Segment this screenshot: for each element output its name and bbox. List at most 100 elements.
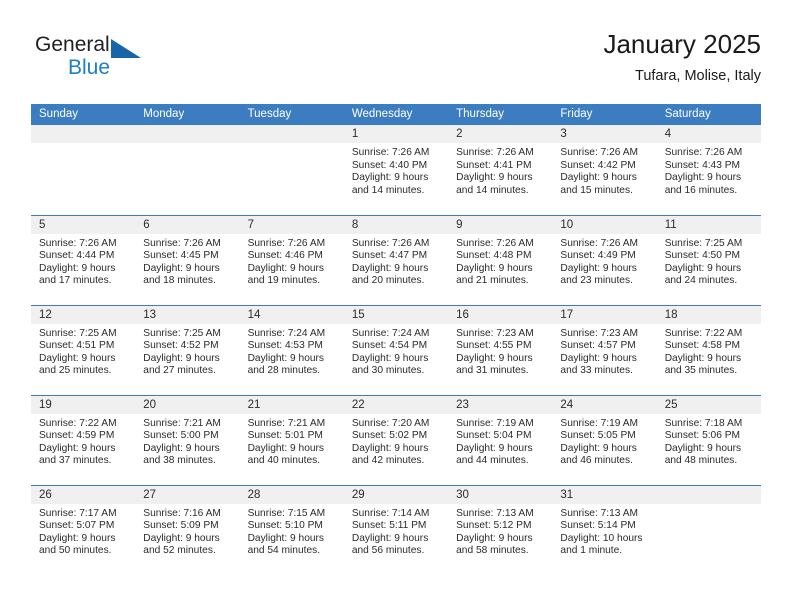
day-details: Sunrise: 7:25 AM Sunset: 4:51 PM Daylight:… [31, 324, 135, 378]
day-number: 24 [552, 395, 657, 414]
day-detail-line: Daylight: 9 hours [351, 352, 429, 364]
day-number: 15 [343, 305, 449, 324]
day-details: Sunrise: 7:21 AM Sunset: 5:00 PM Daylight:… [135, 414, 239, 468]
weekday-header-saturday: Saturday [656, 104, 761, 125]
day-number: 31 [552, 485, 657, 504]
calendar-day-cell[interactable]: 16 Sunrise: 7:23 AM Sunset: 4:55 PM Dayligh… [448, 304, 553, 395]
day-detail-line: and 35 minutes. [664, 365, 738, 377]
day-detail-line: Sunrise: 7:24 AM [247, 327, 326, 339]
day-details: Sunrise: 7:23 AM Sunset: 4:55 PM Daylight:… [448, 324, 552, 378]
day-details: Sunrise: 7:15 AM Sunset: 5:10 PM Daylight:… [240, 504, 344, 558]
calendar-day-cell-empty [31, 125, 136, 215]
day-detail-line: Daylight: 9 hours [456, 442, 533, 454]
calendar-day-cell[interactable]: 19 Sunrise: 7:22 AM Sunset: 4:59 PM Dayligh… [31, 394, 136, 485]
day-detail-line: Sunrise: 7:25 AM [39, 327, 117, 339]
calendar-day-cell[interactable]: 17 Sunrise: 7:23 AM Sunset: 4:57 PM Dayligh… [552, 304, 657, 395]
day-detail-line: Sunset: 4:45 PM [143, 250, 219, 262]
calendar-day-cell[interactable]: 9 Sunrise: 7:26 AM Sunset: 4:48 PM Daylight… [448, 214, 553, 305]
calendar-page: General Blue January 2025 Tufara, Molise… [0, 0, 792, 612]
day-detail-line: Sunrise: 7:21 AM [247, 417, 326, 429]
calendar-day-cell[interactable]: 12 Sunrise: 7:25 AM Sunset: 4:51 PM Dayligh… [31, 304, 136, 395]
calendar-day-cell[interactable]: 20 Sunrise: 7:21 AM Sunset: 5:00 PM Dayligh… [135, 394, 240, 485]
calendar-day-cell[interactable]: 1 Sunrise: 7:26 AM Sunset: 4:40 PM Daylight… [343, 125, 449, 215]
day-detail-line: Sunset: 5:01 PM [247, 430, 323, 442]
calendar-day-cell[interactable]: 2 Sunrise: 7:26 AM Sunset: 4:41 PM Daylight… [448, 125, 553, 215]
day-detail-line: Daylight: 9 hours [456, 172, 533, 184]
day-detail-line: Sunset: 4:52 PM [143, 340, 219, 352]
day-detail-line: Daylight: 9 hours [247, 532, 325, 544]
day-detail-line: Sunrise: 7:26 AM [351, 237, 430, 249]
day-number: 10 [552, 215, 657, 234]
day-number [239, 125, 344, 143]
calendar-day-cell[interactable]: 18 Sunrise: 7:22 AM Sunset: 4:58 PM Dayligh… [656, 304, 761, 395]
day-number: 27 [135, 485, 240, 504]
day-detail-line: Daylight: 9 hours [456, 352, 533, 364]
calendar-week-row: 26 Sunrise: 7:17 AM Sunset: 5:07 PM Dayligh… [31, 484, 761, 575]
calendar-day-cell[interactable]: 24 Sunrise: 7:19 AM Sunset: 5:05 PM Dayligh… [552, 394, 657, 485]
calendar-day-cell[interactable]: 4 Sunrise: 7:26 AM Sunset: 4:43 PM Daylight… [656, 125, 761, 215]
calendar-day-cell[interactable]: 7 Sunrise: 7:26 AM Sunset: 4:46 PM Daylight… [239, 214, 344, 305]
day-detail-line: Sunset: 4:43 PM [664, 159, 741, 171]
day-number: 13 [135, 305, 240, 324]
calendar-day-cell[interactable]: 14 Sunrise: 7:24 AM Sunset: 4:53 PM Dayligh… [239, 304, 344, 395]
day-detail-line: Sunrise: 7:26 AM [143, 237, 221, 249]
day-number: 7 [239, 215, 344, 234]
day-detail-line: and 58 minutes. [456, 545, 529, 557]
day-detail-line: Sunset: 4:40 PM [351, 159, 428, 171]
day-details [31, 143, 135, 147]
calendar-day-cell[interactable]: 23 Sunrise: 7:19 AM Sunset: 5:04 PM Dayligh… [448, 394, 553, 485]
calendar-day-cell[interactable]: 8 Sunrise: 7:26 AM Sunset: 4:47 PM Daylight… [343, 214, 449, 305]
day-details: Sunrise: 7:17 AM Sunset: 5:07 PM Daylight:… [31, 504, 135, 558]
day-details: Sunrise: 7:22 AM Sunset: 4:59 PM Daylight:… [31, 414, 135, 468]
calendar-day-cell[interactable]: 29 Sunrise: 7:14 AM Sunset: 5:11 PM Dayligh… [343, 484, 449, 575]
day-detail-line: Sunrise: 7:23 AM [560, 327, 638, 339]
calendar-day-cell[interactable]: 25 Sunrise: 7:18 AM Sunset: 5:06 PM Dayligh… [656, 394, 761, 485]
calendar-day-cell[interactable]: 27 Sunrise: 7:16 AM Sunset: 5:09 PM Dayligh… [135, 484, 240, 575]
day-number: 1 [343, 125, 449, 143]
calendar-week-row: 1 Sunrise: 7:26 AM Sunset: 4:40 PM Daylight… [31, 125, 761, 215]
weekday-header-tuesday: Tuesday [239, 104, 344, 125]
calendar-day-cell[interactable]: 10 Sunrise: 7:26 AM Sunset: 4:49 PM Dayligh… [552, 214, 657, 305]
day-detail-line: Sunrise: 7:26 AM [247, 237, 326, 249]
day-details: Sunrise: 7:19 AM Sunset: 5:05 PM Daylight:… [552, 414, 656, 468]
day-number: 2 [448, 125, 553, 143]
day-detail-line: and 21 minutes. [456, 275, 529, 287]
calendar-day-cell[interactable]: 28 Sunrise: 7:15 AM Sunset: 5:10 PM Dayligh… [239, 484, 344, 575]
day-detail-line: and 23 minutes. [560, 275, 633, 287]
day-detail-line: Daylight: 9 hours [39, 262, 116, 274]
calendar-day-cell[interactable]: 13 Sunrise: 7:25 AM Sunset: 4:52 PM Dayligh… [135, 304, 240, 395]
calendar-day-cell[interactable]: 31 Sunrise: 7:13 AM Sunset: 5:14 PM Dayligh… [552, 484, 657, 575]
day-number [31, 125, 136, 143]
calendar-day-cell[interactable]: 30 Sunrise: 7:13 AM Sunset: 5:12 PM Dayligh… [448, 484, 553, 575]
day-detail-line: Sunset: 5:07 PM [39, 520, 115, 532]
day-detail-line: Daylight: 9 hours [560, 172, 637, 184]
day-detail-line: Daylight: 9 hours [247, 352, 325, 364]
day-detail-line: and 42 minutes. [351, 455, 425, 467]
day-details: Sunrise: 7:26 AM Sunset: 4:46 PM Daylight:… [240, 234, 344, 288]
day-number: 22 [343, 395, 449, 414]
calendar-day-cell[interactable]: 21 Sunrise: 7:21 AM Sunset: 5:01 PM Dayligh… [239, 394, 344, 485]
day-detail-line: and 20 minutes. [351, 275, 425, 287]
page-subtitle-location: Tufara, Molise, Italy [635, 68, 761, 84]
day-detail-line: Daylight: 9 hours [143, 442, 220, 454]
day-detail-line: Sunrise: 7:25 AM [664, 237, 743, 249]
calendar-day-cell[interactable]: 11 Sunrise: 7:25 AM Sunset: 4:50 PM Dayligh… [656, 214, 761, 305]
day-number: 14 [239, 305, 344, 324]
calendar-day-cell[interactable]: 22 Sunrise: 7:20 AM Sunset: 5:02 PM Dayligh… [343, 394, 449, 485]
day-detail-line: and 33 minutes. [560, 365, 633, 377]
day-detail-line: Daylight: 9 hours [560, 352, 637, 364]
day-detail-line: and 25 minutes. [39, 365, 112, 377]
day-detail-line: Daylight: 9 hours [39, 352, 116, 364]
calendar-day-cell[interactable]: 6 Sunrise: 7:26 AM Sunset: 4:45 PM Daylight… [135, 214, 240, 305]
calendar-day-cell[interactable]: 5 Sunrise: 7:26 AM Sunset: 4:44 PM Daylight… [31, 214, 136, 305]
day-number: 26 [31, 485, 136, 504]
calendar-day-cell[interactable]: 26 Sunrise: 7:17 AM Sunset: 5:07 PM Dayligh… [31, 484, 136, 575]
calendar-body: 1 Sunrise: 7:26 AM Sunset: 4:40 PM Daylight… [31, 125, 761, 575]
day-detail-line: Sunset: 5:04 PM [456, 430, 532, 442]
calendar-day-cell[interactable]: 15 Sunrise: 7:24 AM Sunset: 4:54 PM Dayligh… [343, 304, 449, 395]
calendar-day-cell[interactable]: 3 Sunrise: 7:26 AM Sunset: 4:42 PM Daylight… [552, 125, 657, 215]
day-detail-line: Sunset: 5:05 PM [560, 430, 636, 442]
day-detail-line: Daylight: 9 hours [351, 172, 429, 184]
day-details: Sunrise: 7:26 AM Sunset: 4:49 PM Daylight:… [552, 234, 656, 288]
day-detail-line: Daylight: 9 hours [143, 352, 220, 364]
